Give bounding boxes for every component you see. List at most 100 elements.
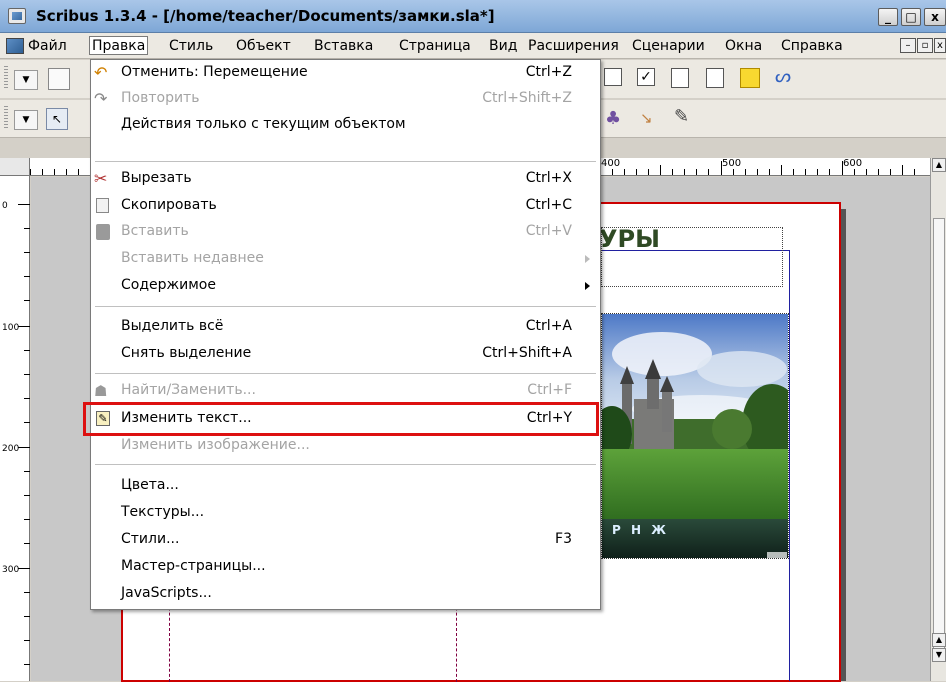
menu-item-shortcut: Ctrl+F <box>527 382 572 398</box>
menu-item-copy[interactable]: Скопировать Ctrl+C <box>91 193 600 219</box>
ruler-label-100: 100 <box>2 323 20 333</box>
menu-windows[interactable]: Окна <box>725 37 762 56</box>
ruler-label-600: 600 <box>843 158 863 169</box>
photo-caption: Р Н Ж <box>612 523 669 537</box>
scroll-thumb[interactable] <box>933 218 945 658</box>
menu-item-cut[interactable]: ✂ Вырезать Ctrl+X <box>91 166 600 192</box>
title-bar: Scribus 1.3.4 - [/home/teacher/Documents… <box>0 0 946 33</box>
menu-item-redo[interactable]: ↷ Повторить Ctrl+Shift+Z <box>91 86 600 112</box>
menu-item-label: Действия только с текущим объектом <box>121 116 406 132</box>
menu-item-master-pages[interactable]: Мастер-страницы... <box>91 554 600 580</box>
headline-text: УРЫ <box>599 225 660 253</box>
list-box-icon[interactable] <box>706 68 724 88</box>
menu-bar: Файл Правка Стиль Объект Вставка Страниц… <box>0 33 946 59</box>
menu-item-paste-recent[interactable]: Вставить недавнее <box>91 246 600 272</box>
menu-insert[interactable]: Вставка <box>314 37 373 56</box>
ruler-label-0: 0 <box>2 201 8 211</box>
new-document-icon[interactable] <box>48 68 70 90</box>
menu-item-undo[interactable]: ↶ Отменить: Перемещение Ctrl+Z <box>91 60 600 86</box>
menu-separator <box>95 161 596 162</box>
copy-icon <box>96 198 109 213</box>
checkbox-field-icon[interactable]: ✓ <box>637 68 655 86</box>
mdi-minimize-button[interactable]: – <box>900 38 916 53</box>
menu-view[interactable]: Вид <box>489 37 517 56</box>
toolbar-dropdown-button[interactable]: ▼ <box>14 70 38 90</box>
submenu-arrow-icon <box>585 282 590 290</box>
menu-item-label: Изменить изображение... <box>121 437 310 453</box>
edit-menu-dropdown: ↶ Отменить: Перемещение Ctrl+Z ↷ Повтори… <box>90 59 601 610</box>
vertical-scrollbar[interactable]: ▲ ▲ ▼ <box>930 158 946 681</box>
menu-item-shortcut: Ctrl+V <box>525 223 572 239</box>
menu-item-label: Стили... <box>121 531 180 547</box>
menu-item-deselect-all[interactable]: Снять выделение Ctrl+Shift+A <box>91 341 600 367</box>
menu-item-find-replace[interactable]: ☗ Найти/Заменить... Ctrl+F <box>91 378 600 404</box>
link-annotation-icon[interactable]: ᔕ <box>775 66 797 88</box>
menu-item-label: Текстуры... <box>121 504 205 520</box>
menu-help[interactable]: Справка <box>781 37 843 56</box>
toolbar-grip[interactable] <box>4 106 8 130</box>
menu-scripts[interactable]: Сценарии <box>632 37 705 56</box>
scribus-app-icon[interactable] <box>8 8 26 24</box>
eye-dropper-icon[interactable]: ♣ <box>605 108 627 130</box>
measure-icon[interactable]: ↘ <box>640 109 662 131</box>
redo-icon: ↷ <box>94 89 108 108</box>
annotation-icon[interactable] <box>740 68 760 88</box>
mdi-close-button[interactable]: x <box>934 38 946 53</box>
menu-item-label: JavaScripts... <box>121 585 212 601</box>
mdi-restore-button[interactable]: ▫ <box>917 38 933 53</box>
menu-item-shortcut: Ctrl+C <box>525 197 572 213</box>
menu-style[interactable]: Стиль <box>169 37 213 56</box>
ruler-corner[interactable] <box>0 158 30 176</box>
text-frame-icon[interactable] <box>604 68 622 86</box>
menu-item-shortcut: F3 <box>555 531 572 547</box>
menu-item-shortcut: Ctrl+A <box>525 318 572 334</box>
menu-item-label: Вырезать <box>121 170 192 186</box>
menu-item-colors[interactable]: Цвета... <box>91 473 600 499</box>
menu-item-styles[interactable]: Стили... F3 <box>91 527 600 553</box>
menu-item-select-all[interactable]: Выделить всё Ctrl+A <box>91 314 600 340</box>
find-icon: ☗ <box>94 382 108 400</box>
menu-separator <box>95 306 596 307</box>
menu-item[interactable]: Объект <box>236 37 291 56</box>
color-picker-icon[interactable]: ✎ <box>674 106 696 128</box>
menu-item-label: Скопировать <box>121 197 217 213</box>
menu-separator <box>95 373 596 374</box>
menu-edit[interactable]: Правка <box>89 36 149 55</box>
menu-item-label: Повторить <box>121 90 200 106</box>
toolbar-grip[interactable] <box>4 66 8 90</box>
ruler-label-200: 200 <box>2 444 20 454</box>
document-icon[interactable] <box>6 38 24 54</box>
menu-file[interactable]: Файл <box>28 37 67 56</box>
select-arrow-icon[interactable]: ↖ <box>46 108 68 130</box>
menu-extras[interactable]: Расширения <box>528 37 619 56</box>
menu-item-gradients[interactable]: Текстуры... <box>91 500 600 526</box>
margin-guide <box>789 250 790 681</box>
menu-item-item-action-mode[interactable]: Действия только с текущим объектом <box>91 112 600 138</box>
toolbar-dropdown-button[interactable]: ▼ <box>14 110 38 130</box>
close-button[interactable]: x <box>924 8 946 26</box>
text-field-icon[interactable] <box>671 68 689 88</box>
vertical-ruler[interactable]: 0 100 200 300 <box>0 176 30 681</box>
maximize-button[interactable]: □ <box>901 8 921 26</box>
menu-item-shortcut: Ctrl+Shift+A <box>482 345 572 361</box>
minimize-button[interactable]: _ <box>878 8 898 26</box>
castle-photo-frame[interactable]: Р Н Ж <box>601 313 789 559</box>
scissors-icon: ✂ <box>94 169 108 188</box>
menu-item-edit-image[interactable]: Изменить изображение... <box>91 433 600 459</box>
submenu-arrow-icon <box>585 255 590 263</box>
menu-item-contents[interactable]: Содержимое <box>91 273 600 299</box>
menu-item-javascripts[interactable]: JavaScripts... <box>91 581 600 607</box>
menu-item-shortcut: Ctrl+Z <box>525 64 572 80</box>
undo-icon: ↶ <box>94 63 108 82</box>
scroll-up-button[interactable]: ▲ <box>932 158 946 172</box>
ruler-label-300: 300 <box>2 565 20 575</box>
menu-item-shortcut: Ctrl+X <box>525 170 572 186</box>
scroll-down-button[interactable]: ▼ <box>932 648 946 662</box>
menu-item-paste[interactable]: Вставить Ctrl+V <box>91 219 600 245</box>
scroll-up-button-lower[interactable]: ▲ <box>932 633 946 647</box>
ruler-label-500: 500 <box>722 158 742 169</box>
window-title: Scribus 1.3.4 - [/home/teacher/Documents… <box>36 7 495 25</box>
menu-item-label: Снять выделение <box>121 345 252 361</box>
menu-page[interactable]: Страница <box>399 37 471 56</box>
menu-item-label: Выделить всё <box>121 318 224 334</box>
